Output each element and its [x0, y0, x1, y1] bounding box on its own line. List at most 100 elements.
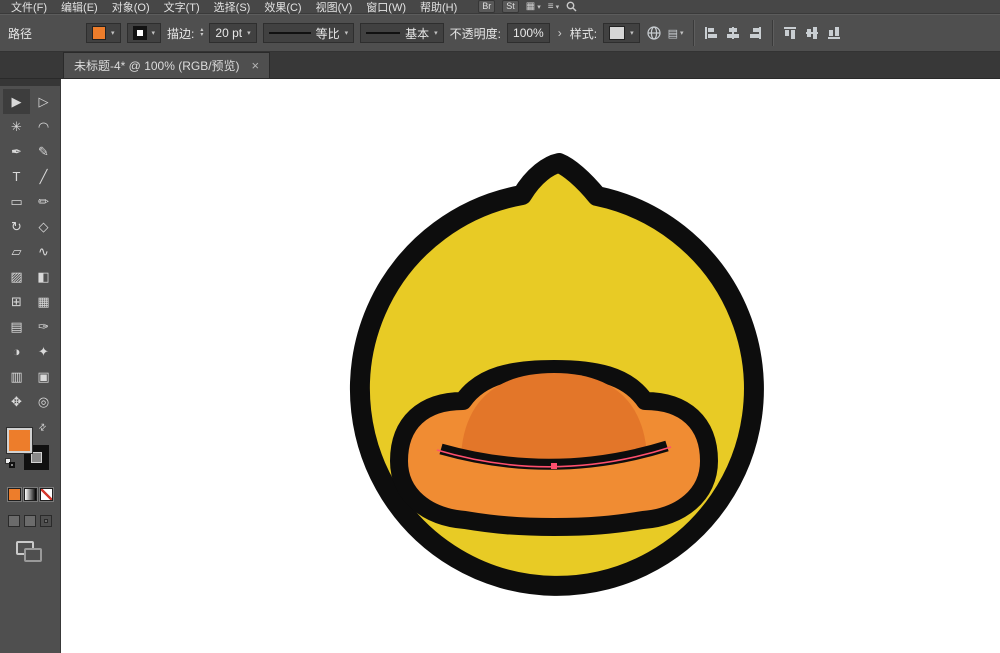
magic-wand-tool[interactable]: ✳ [3, 114, 30, 139]
mesh-tool[interactable]: ▦ [30, 289, 57, 314]
drawing-mode-buttons [8, 515, 52, 527]
recolor-artwork-icon[interactable] [646, 25, 662, 41]
draw-behind-button[interactable] [24, 515, 36, 527]
column-graph-tool[interactable]: ▥ [3, 364, 30, 389]
blend-tool[interactable]: ◑ [3, 339, 30, 364]
screen-mode-button[interactable] [16, 541, 44, 563]
graphic-style-dropdown[interactable]: ▾ [603, 23, 640, 43]
chevron-down-icon: ▾ [111, 29, 115, 37]
draw-normal-button[interactable] [8, 515, 20, 527]
align-top-icon[interactable] [782, 25, 798, 41]
zoom-tool[interactable]: ◎ [30, 389, 57, 414]
paintbrush-tool[interactable]: ✏ [30, 189, 57, 214]
none-button[interactable] [40, 488, 53, 501]
width-profile-preview [269, 32, 311, 34]
bridge-button[interactable]: Br [478, 0, 495, 13]
perspective-grid-tool[interactable]: ⊞ [3, 289, 30, 314]
menu-window[interactable]: 窗口(W) [359, 0, 413, 15]
default-fill-stroke-icon[interactable] [5, 458, 15, 468]
brush-definition-dropdown[interactable]: 基本 ▾ [360, 23, 444, 43]
shape-builder-tool[interactable]: ◧ [30, 264, 57, 289]
chevron-down-icon: ▾ [152, 29, 156, 37]
stroke-weight-label: 描边: [167, 25, 194, 42]
fill-proxy-swatch[interactable] [7, 428, 32, 453]
workspace: ▶▷✳◠✒✎T╱▭✏↻◇▱∿▨◧⊞▦▤✑◑✦▥▣✥◎ ⇄ [0, 79, 1000, 653]
stroke-weight-value: 20 pt [215, 26, 242, 40]
symbol-sprayer-tool[interactable]: ✦ [30, 339, 57, 364]
menu-type[interactable]: 文字(T) [157, 0, 207, 15]
canvas[interactable] [61, 79, 1000, 653]
tools-panel-header[interactable] [0, 79, 60, 86]
menu-edit[interactable]: 编辑(E) [54, 0, 105, 15]
type-tool[interactable]: T [3, 164, 30, 189]
free-transform-tool[interactable]: ▨ [3, 264, 30, 289]
brush-definition-value: 基本 [405, 25, 429, 42]
document-setup-dropdown[interactable]: ▤▾ [668, 27, 684, 40]
hand-tool[interactable]: ✥ [3, 389, 30, 414]
color-button[interactable] [8, 488, 21, 501]
artboard-tool[interactable]: ▣ [30, 364, 57, 389]
style-label: 样式: [570, 25, 597, 42]
curvature-tool[interactable]: ✎ [30, 139, 57, 164]
direct-selection-tool[interactable]: ▷ [30, 89, 57, 114]
line-segment-tool[interactable]: ╱ [30, 164, 57, 189]
anchor-point[interactable] [551, 463, 557, 469]
align-left-icon[interactable] [703, 25, 719, 41]
draw-inside-button[interactable] [40, 515, 52, 527]
document-tab-title: 未标题-4* @ 100% (RGB/预览) [74, 57, 240, 74]
chevron-down-icon: ▾ [247, 29, 251, 37]
tool-grid: ▶▷✳◠✒✎T╱▭✏↻◇▱∿▨◧⊞▦▤✑◑✦▥▣✥◎ [3, 89, 57, 414]
scale-tool[interactable]: ▱ [3, 239, 30, 264]
menu-bar-right: Br St ▦▾ ≡▾ [478, 0, 577, 13]
arrange-documents-icon[interactable]: ▦▾ [526, 1, 541, 12]
selection-tool[interactable]: ▶ [3, 89, 30, 114]
menu-view[interactable]: 视图(V) [309, 0, 360, 15]
menu-help[interactable]: 帮助(H) [413, 0, 464, 15]
fill-stroke-controls: ⇄ [7, 426, 53, 472]
lasso-tool[interactable]: ◠ [30, 114, 57, 139]
swap-fill-stroke-icon[interactable]: ⇄ [36, 421, 49, 434]
stock-button[interactable]: St [502, 0, 519, 13]
eyedropper-tool[interactable]: ✑ [30, 314, 57, 339]
search-icon[interactable] [566, 1, 577, 12]
menu-object[interactable]: 对象(O) [105, 0, 157, 15]
align-center-icon[interactable] [725, 25, 741, 41]
width-tool[interactable]: ∿ [30, 239, 57, 264]
illustrator-window: 文件(F) 编辑(E) 对象(O) 文字(T) 选择(S) 效果(C) 视图(V… [0, 0, 1000, 653]
rotate-tool[interactable]: ↻ [3, 214, 30, 239]
menu-file[interactable]: 文件(F) [4, 0, 54, 15]
divider [772, 20, 773, 46]
align-right-icon[interactable] [747, 25, 763, 41]
screen-mode-icon-back [24, 548, 42, 562]
opacity-options-button[interactable]: › [556, 26, 564, 40]
stroke-weight-stepper[interactable]: ▴▾ [200, 28, 203, 38]
rectangle-tool[interactable]: ▭ [3, 189, 30, 214]
document-tab-bar: 未标题-4* @ 100% (RGB/预览) × [0, 52, 1000, 79]
fill-color-swatch [92, 26, 106, 40]
paint-mode-buttons [8, 488, 53, 501]
brush-preview [366, 32, 400, 34]
chevron-down-icon: ▾ [345, 29, 349, 37]
stroke-color-dropdown[interactable]: ▾ [127, 23, 162, 43]
gradient-tool[interactable]: ▤ [3, 314, 30, 339]
pen-tool[interactable]: ✒ [3, 139, 30, 164]
fill-color-dropdown[interactable]: ▾ [86, 23, 121, 43]
width-profile-dropdown[interactable]: 等比 ▾ [263, 23, 355, 43]
graphic-style-swatch [609, 26, 625, 40]
align-bottom-icon[interactable] [826, 25, 842, 41]
chevron-down-icon: ▾ [630, 29, 634, 37]
stroke-color-swatch [133, 26, 147, 40]
workspace-switcher-icon[interactable]: ≡▾ [548, 1, 559, 12]
opacity-input[interactable]: 100% [507, 23, 550, 43]
menu-effect[interactable]: 效果(C) [257, 0, 308, 15]
menu-bar: 文件(F) 编辑(E) 对象(O) 文字(T) 选择(S) 效果(C) 视图(V… [0, 0, 1000, 14]
eraser-tool[interactable]: ◇ [30, 214, 57, 239]
document-tab[interactable]: 未标题-4* @ 100% (RGB/预览) × [63, 52, 270, 78]
width-profile-value: 等比 [316, 25, 340, 42]
menu-select[interactable]: 选择(S) [207, 0, 258, 15]
control-bar: 路径 ▾ ▾ 描边: ▴▾ 20 pt ▾ 等比 ▾ 基本 ▾ 不透明度: 10… [0, 14, 1000, 52]
stroke-weight-combobox[interactable]: 20 pt ▾ [209, 23, 256, 43]
gradient-button[interactable] [24, 488, 37, 501]
align-middle-icon[interactable] [804, 25, 820, 41]
tab-close-icon[interactable]: × [252, 59, 260, 72]
